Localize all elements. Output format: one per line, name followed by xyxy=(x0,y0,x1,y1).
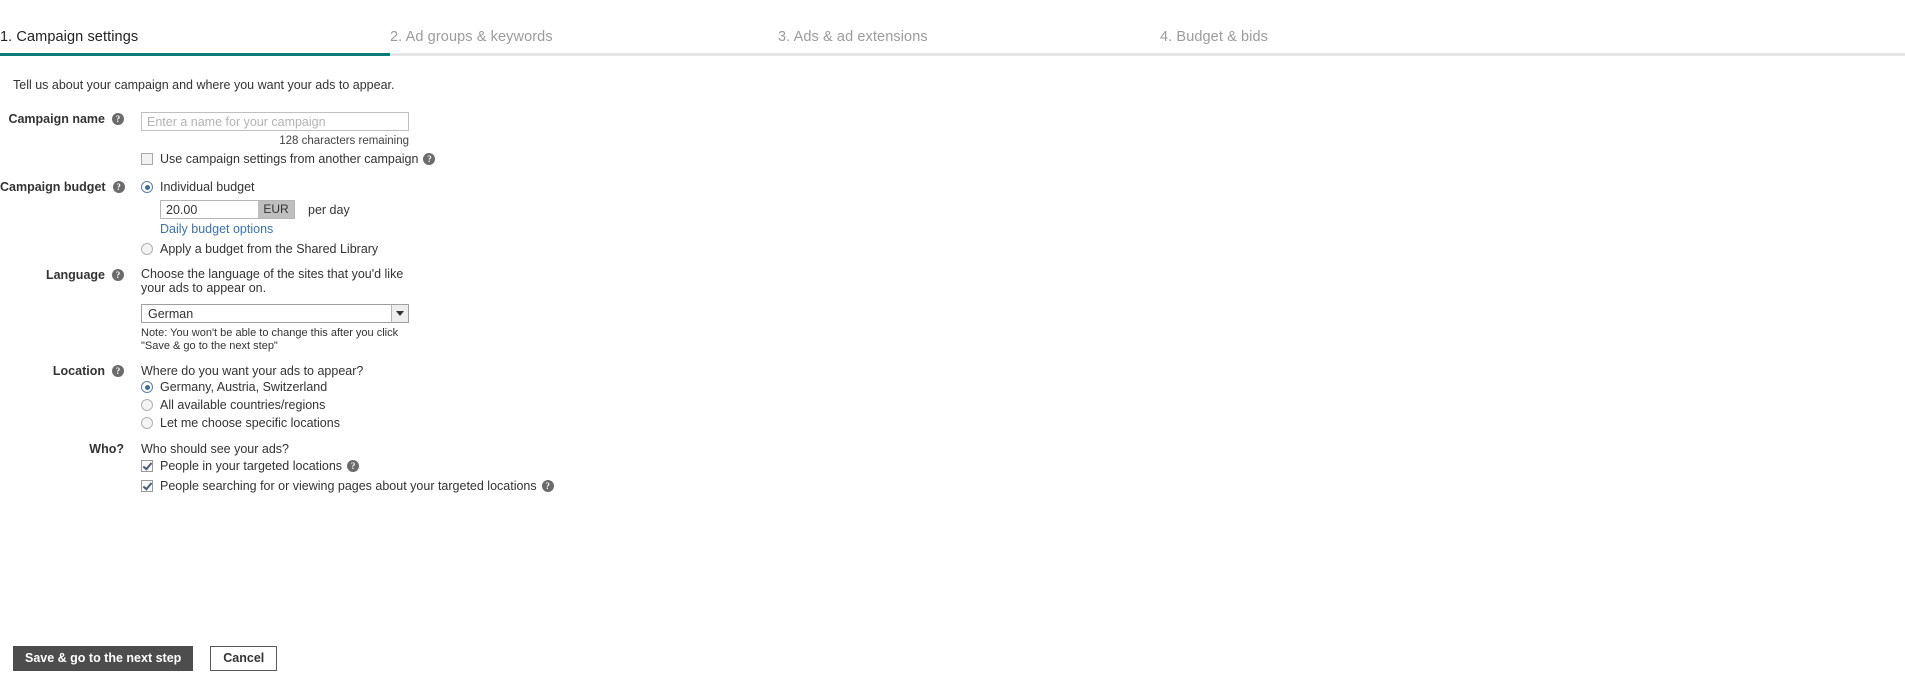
location-option-1[interactable]: All available countries/regions xyxy=(141,398,700,412)
shared-budget-label: Apply a budget from the Shared Library xyxy=(160,242,379,256)
wizard-step-1-underline xyxy=(0,53,390,56)
location-option-label-1: All available countries/regions xyxy=(160,398,326,412)
wizard-steps: 1. Campaign settings 2. Ad groups & keyw… xyxy=(0,28,1905,56)
location-option-label-2: Let me choose specific locations xyxy=(160,416,340,430)
who-field-cell: Who should see your ads? People in your … xyxy=(141,442,700,493)
language-description: Choose the language of the sites that yo… xyxy=(141,267,404,295)
campaign-name-field-cell: 128 characters remaining Use campaign se… xyxy=(141,112,700,166)
characters-remaining-text: 128 characters remaining xyxy=(279,135,409,147)
location-row: Location? Where do you want your ads to … xyxy=(0,364,700,430)
location-radio-2[interactable] xyxy=(141,417,153,429)
who-question: Who should see your ads? xyxy=(141,442,290,456)
help-icon[interactable]: ? xyxy=(423,153,436,165)
help-icon[interactable]: ? xyxy=(112,365,124,377)
form-footer: Save & go to the next step Cancel xyxy=(13,646,278,671)
language-field-cell: Choose the language of the sites that yo… xyxy=(141,267,700,352)
who-checkbox-1[interactable] xyxy=(141,480,153,492)
save-and-continue-button[interactable]: Save & go to the next step xyxy=(13,646,194,671)
budget-amount-row: EUR per day xyxy=(141,194,700,219)
wizard-step-1-label: 1. Campaign settings xyxy=(0,29,139,45)
language-label: Language xyxy=(45,268,105,282)
location-label-cell: Location? xyxy=(0,364,124,378)
wizard-step-2-label: 2. Ad groups & keywords xyxy=(390,29,553,45)
shared-budget-radio[interactable] xyxy=(141,243,153,255)
location-label: Location xyxy=(52,364,105,378)
language-select[interactable]: German xyxy=(141,304,409,323)
page-intro-text: Tell us about your campaign and where yo… xyxy=(13,78,395,92)
campaign-name-input[interactable] xyxy=(141,112,409,131)
individual-budget-label: Individual budget xyxy=(160,180,255,194)
wizard-step-2-underline xyxy=(390,53,778,56)
campaign-name-label: Campaign name xyxy=(8,112,105,126)
who-option-0[interactable]: People in your targeted locations? xyxy=(141,459,700,473)
campaign-settings-form: Campaign name? 128 characters remaining … xyxy=(0,112,700,493)
campaign-budget-label-cell: Campaign budget? xyxy=(0,180,125,194)
campaign-name-row: Campaign name? 128 characters remaining … xyxy=(0,112,700,166)
wizard-step-1[interactable]: 1. Campaign settings xyxy=(0,28,390,56)
reuse-settings-checkbox[interactable] xyxy=(141,153,153,165)
chevron-down-icon[interactable] xyxy=(391,305,408,322)
daily-budget-options-link[interactable]: Daily budget options xyxy=(160,222,273,236)
wizard-step-3[interactable]: 3. Ads & ad extensions xyxy=(778,28,1160,56)
who-row: Who? Who should see your ads? People in … xyxy=(0,442,700,493)
language-label-cell: Language? xyxy=(0,268,124,282)
campaign-name-label-cell: Campaign name? xyxy=(0,112,124,126)
location-option-2[interactable]: Let me choose specific locations xyxy=(141,416,700,430)
language-row: Language? Choose the language of the sit… xyxy=(0,267,700,352)
help-icon[interactable]: ? xyxy=(347,460,360,472)
wizard-step-2[interactable]: 2. Ad groups & keywords xyxy=(390,28,778,56)
location-option-label-0: Germany, Austria, Switzerland xyxy=(160,380,328,394)
help-icon[interactable]: ? xyxy=(112,181,125,193)
help-icon[interactable]: ? xyxy=(541,480,554,492)
shared-budget-row[interactable]: Apply a budget from the Shared Library xyxy=(141,242,700,256)
campaign-budget-row: Campaign budget? Individual budget EUR p… xyxy=(0,180,700,256)
language-select-value: German xyxy=(148,306,194,321)
budget-amount-input[interactable] xyxy=(161,201,258,218)
budget-per-day-label: per day xyxy=(308,202,350,217)
language-note: Note: You won't be able to change this a… xyxy=(141,327,399,352)
who-label-cell: Who? xyxy=(0,442,124,456)
individual-budget-radio[interactable] xyxy=(141,181,153,193)
campaign-budget-field-cell: Individual budget EUR per day Daily budg… xyxy=(141,180,700,256)
help-icon[interactable]: ? xyxy=(112,269,124,281)
campaign-budget-label: Campaign budget xyxy=(0,180,106,194)
who-label: Who? xyxy=(89,442,124,456)
who-option-1[interactable]: People searching for or viewing pages ab… xyxy=(141,479,700,493)
location-radio-1[interactable] xyxy=(141,399,153,411)
help-icon[interactable]: ? xyxy=(112,113,124,125)
who-checkbox-0[interactable] xyxy=(141,460,153,472)
location-question: Where do you want your ads to appear? xyxy=(141,364,364,378)
budget-amount-wrapper: EUR xyxy=(160,200,295,219)
wizard-step-3-underline xyxy=(778,53,1160,56)
cancel-button[interactable]: Cancel xyxy=(210,646,278,671)
who-option-label-0: People in your targeted locations xyxy=(160,459,343,473)
wizard-step-3-label: 3. Ads & ad extensions xyxy=(778,29,928,45)
location-option-0[interactable]: Germany, Austria, Switzerland xyxy=(141,380,700,394)
wizard-step-4[interactable]: 4. Budget & bids xyxy=(1160,28,1905,56)
location-radio-0[interactable] xyxy=(141,381,153,393)
reuse-settings-label: Use campaign settings from another campa… xyxy=(160,152,419,166)
who-option-label-1: People searching for or viewing pages ab… xyxy=(160,479,537,493)
budget-currency-chip: EUR xyxy=(258,201,294,218)
location-field-cell: Where do you want your ads to appear? Ge… xyxy=(141,364,700,430)
individual-budget-row[interactable]: Individual budget xyxy=(141,180,700,194)
wizard-step-4-label: 4. Budget & bids xyxy=(1160,29,1269,45)
reuse-settings-row[interactable]: Use campaign settings from another campa… xyxy=(141,152,700,166)
wizard-step-4-underline xyxy=(1160,53,1905,56)
